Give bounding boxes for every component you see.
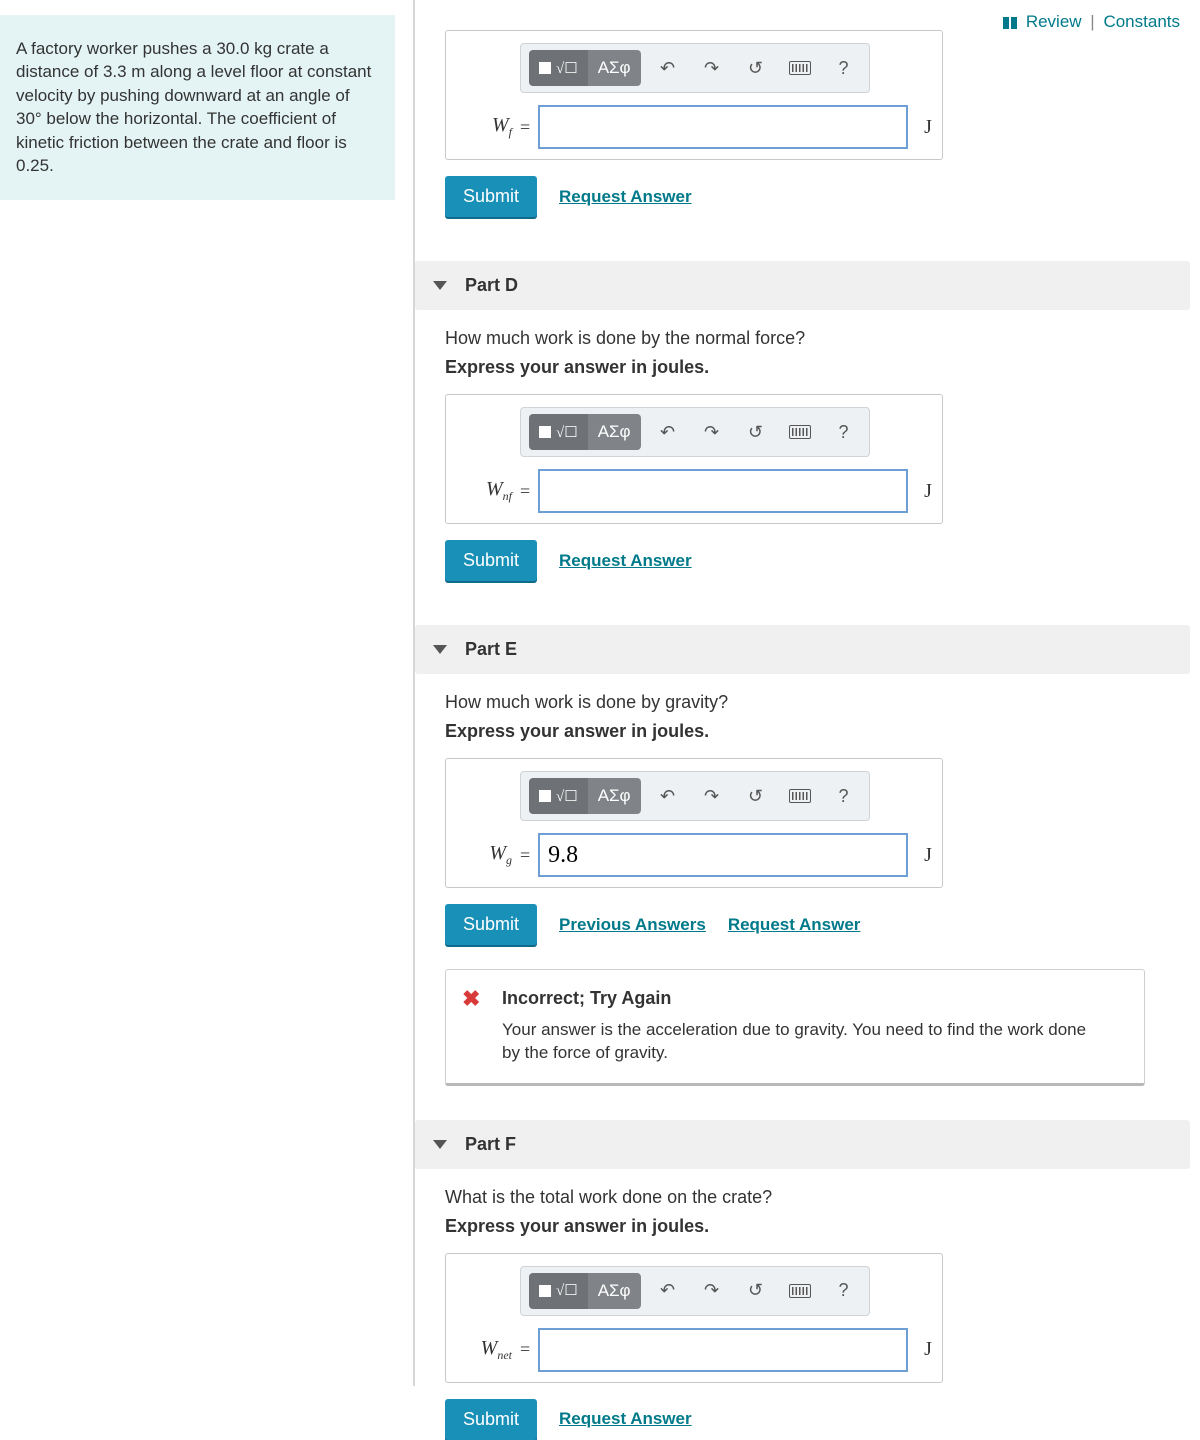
unit-label: J	[924, 1338, 932, 1361]
redo-icon[interactable]: ↷	[695, 779, 729, 813]
answer-input-wnf[interactable]	[538, 469, 908, 513]
part-d-header[interactable]: Part D	[415, 261, 1190, 310]
math-templates-tab[interactable]: √☐	[529, 414, 588, 450]
redo-icon[interactable]: ↷	[695, 1274, 729, 1308]
problem-statement: A factory worker pushes a 30.0 kg crate …	[0, 15, 395, 200]
math-templates-tab[interactable]: √☐	[529, 778, 588, 814]
answer-input-wf[interactable]	[538, 105, 908, 149]
chevron-down-icon[interactable]	[433, 645, 447, 654]
redo-icon[interactable]: ↷	[695, 415, 729, 449]
previous-answers-link[interactable]: Previous Answers	[559, 915, 706, 935]
unit-label: J	[924, 480, 932, 503]
equals-sign: =	[520, 481, 530, 502]
undo-icon[interactable]: ↶	[651, 779, 685, 813]
redo-icon[interactable]: ↷	[695, 51, 729, 85]
part-d-input-card: √☐ ΑΣφ ↶ ↷ ↺ ? Wnf = J	[445, 394, 943, 524]
equals-sign: =	[520, 117, 530, 138]
part-f-title: Part F	[465, 1134, 516, 1155]
request-answer-link[interactable]: Request Answer	[559, 1409, 692, 1429]
variable-label-wnet: Wnet	[456, 1337, 512, 1363]
reset-icon[interactable]: ↺	[739, 51, 773, 85]
variable-label-wf: Wf	[456, 114, 512, 140]
answer-input-wnet[interactable]	[538, 1328, 908, 1372]
feedback-incorrect: ✖ Incorrect; Try Again Your answer is th…	[445, 969, 1145, 1086]
undo-icon[interactable]: ↶	[651, 1274, 685, 1308]
undo-icon[interactable]: ↶	[651, 51, 685, 85]
chevron-down-icon[interactable]	[433, 1140, 447, 1149]
greek-symbols-tab[interactable]: ΑΣφ	[588, 50, 641, 86]
unit-label: J	[924, 844, 932, 867]
reset-icon[interactable]: ↺	[739, 415, 773, 449]
part-e-question: How much work is done by gravity?	[445, 692, 1190, 713]
help-icon[interactable]: ?	[827, 51, 861, 85]
submit-button[interactable]: Submit	[445, 1399, 537, 1440]
part-c-input-card: √☐ ΑΣφ ↶ ↷ ↺ ? Wf = J	[445, 30, 943, 160]
equals-sign: =	[520, 1339, 530, 1360]
keyboard-icon[interactable]	[783, 415, 817, 449]
keyboard-icon[interactable]	[783, 779, 817, 813]
problem-text: A factory worker pushes a 30.0 kg crate …	[16, 39, 371, 175]
feedback-title: Incorrect; Try Again	[502, 988, 1124, 1009]
keyboard-icon[interactable]	[783, 51, 817, 85]
greek-symbols-tab[interactable]: ΑΣφ	[588, 778, 641, 814]
submit-button[interactable]: Submit	[445, 176, 537, 217]
request-answer-link[interactable]: Request Answer	[728, 915, 861, 935]
part-d-question: How much work is done by the normal forc…	[445, 328, 1190, 349]
answer-input-wg[interactable]	[538, 833, 908, 877]
input-toolbar: √☐ ΑΣφ ↶ ↷ ↺ ?	[520, 1266, 870, 1316]
help-icon[interactable]: ?	[827, 1274, 861, 1308]
feedback-message: Your answer is the acceleration due to g…	[502, 1019, 1102, 1065]
help-icon[interactable]: ?	[827, 415, 861, 449]
submit-button[interactable]: Submit	[445, 540, 537, 581]
part-f-input-card: √☐ ΑΣφ ↶ ↷ ↺ ? Wnet = J	[445, 1253, 943, 1383]
chevron-down-icon[interactable]	[433, 281, 447, 290]
input-toolbar: √☐ ΑΣφ ↶ ↷ ↺ ?	[520, 407, 870, 457]
part-e-header[interactable]: Part E	[415, 625, 1190, 674]
request-answer-link[interactable]: Request Answer	[559, 551, 692, 571]
input-toolbar: √☐ ΑΣφ ↶ ↷ ↺ ?	[520, 43, 870, 93]
help-icon[interactable]: ?	[827, 779, 861, 813]
part-e-instruction: Express your answer in joules.	[445, 721, 1190, 742]
request-answer-link[interactable]: Request Answer	[559, 187, 692, 207]
part-f-question: What is the total work done on the crate…	[445, 1187, 1190, 1208]
variable-label-wnf: Wnf	[456, 478, 512, 504]
part-e-title: Part E	[465, 639, 517, 660]
greek-symbols-tab[interactable]: ΑΣφ	[588, 1273, 641, 1309]
part-e-input-card: √☐ ΑΣφ ↶ ↷ ↺ ? Wg = J	[445, 758, 943, 888]
part-d-title: Part D	[465, 275, 518, 296]
part-f-instruction: Express your answer in joules.	[445, 1216, 1190, 1237]
incorrect-x-icon: ✖	[462, 986, 480, 1012]
input-toolbar: √☐ ΑΣφ ↶ ↷ ↺ ?	[520, 771, 870, 821]
part-f-header[interactable]: Part F	[415, 1120, 1190, 1169]
part-d-instruction: Express your answer in joules.	[445, 357, 1190, 378]
unit-label: J	[924, 116, 932, 139]
variable-label-wg: Wg	[456, 842, 512, 868]
submit-button[interactable]: Submit	[445, 904, 537, 945]
reset-icon[interactable]: ↺	[739, 779, 773, 813]
reset-icon[interactable]: ↺	[739, 1274, 773, 1308]
undo-icon[interactable]: ↶	[651, 415, 685, 449]
equals-sign: =	[520, 845, 530, 866]
vertical-divider	[413, 0, 415, 1386]
math-templates-tab[interactable]: √☐	[529, 1273, 588, 1309]
keyboard-icon[interactable]	[783, 1274, 817, 1308]
math-templates-tab[interactable]: √☐	[529, 50, 588, 86]
greek-symbols-tab[interactable]: ΑΣφ	[588, 414, 641, 450]
